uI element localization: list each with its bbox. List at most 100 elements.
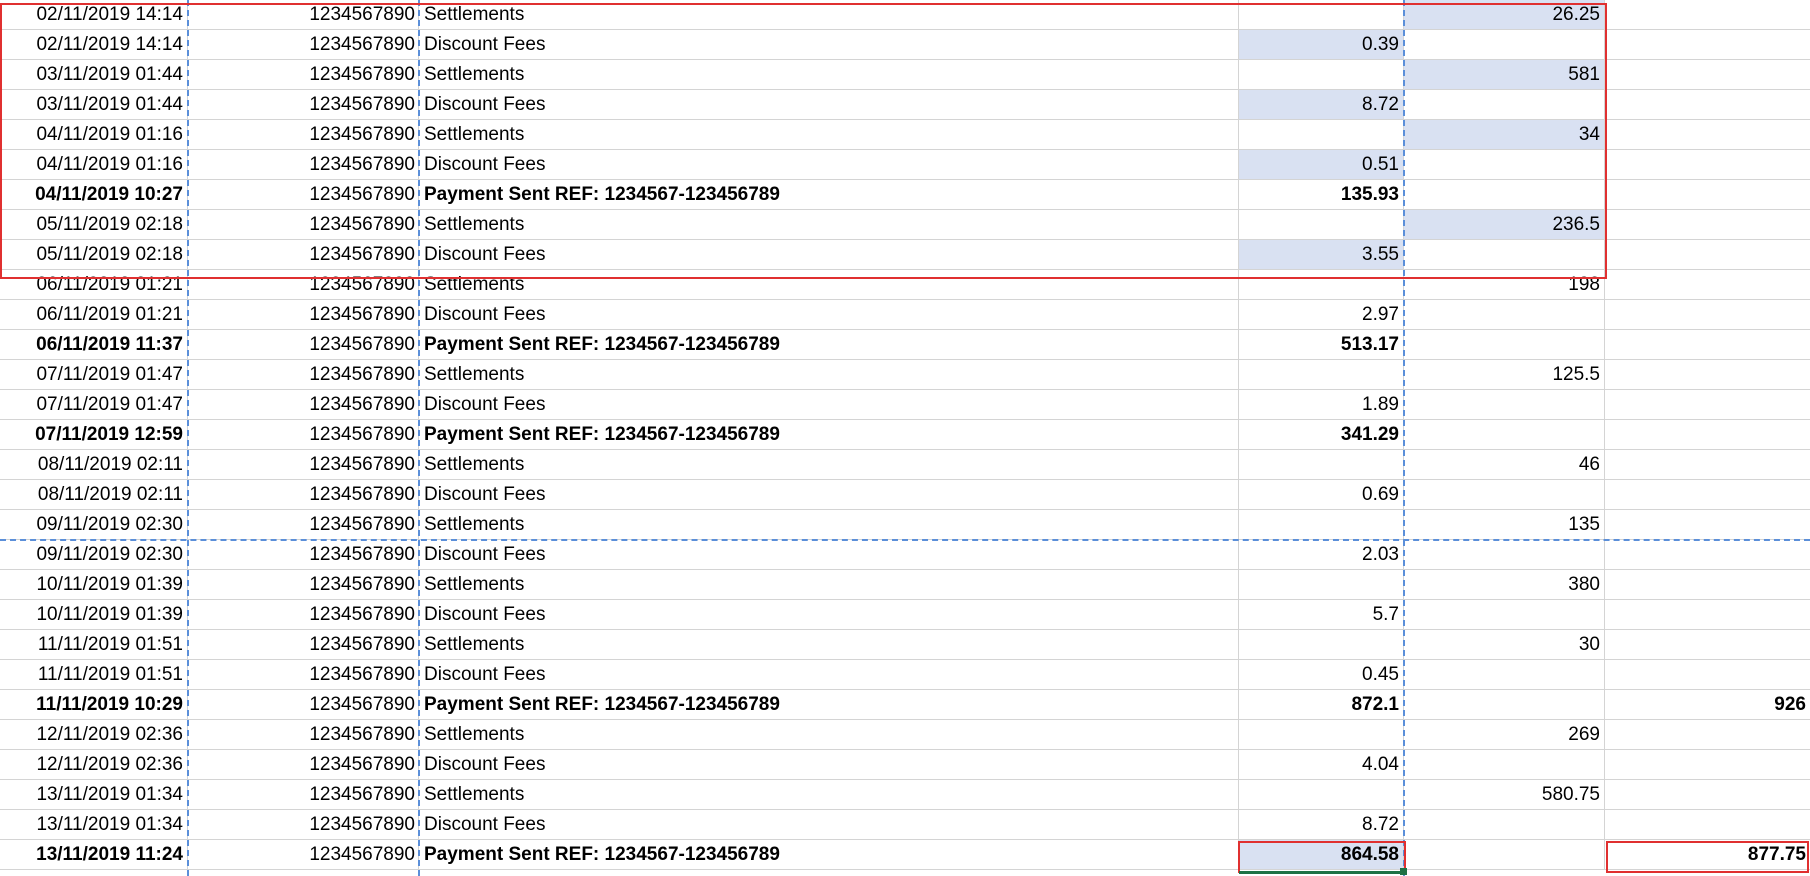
debit-cell[interactable] bbox=[1239, 210, 1404, 239]
debit-cell[interactable]: 0.45 bbox=[1239, 660, 1404, 689]
account-cell[interactable]: 1234567890 bbox=[188, 540, 419, 569]
date-cell[interactable]: 04/11/2019 01:16 bbox=[0, 150, 188, 179]
date-cell[interactable]: 04/11/2019 01:16 bbox=[0, 120, 188, 149]
total-cell[interactable] bbox=[1605, 30, 1810, 59]
date-cell[interactable]: 08/11/2019 02:11 bbox=[0, 450, 188, 479]
description-cell[interactable]: Discount Fees bbox=[419, 750, 1239, 779]
credit-cell[interactable] bbox=[1404, 540, 1605, 569]
date-cell[interactable]: 02/11/2019 14:14 bbox=[0, 30, 188, 59]
debit-cell[interactable]: 135.93 bbox=[1239, 180, 1404, 209]
debit-cell[interactable] bbox=[1239, 720, 1404, 749]
account-cell[interactable]: 1234567890 bbox=[188, 810, 419, 839]
total-cell[interactable] bbox=[1605, 570, 1810, 599]
debit-cell[interactable]: 0.39 bbox=[1239, 30, 1404, 59]
description-cell[interactable]: Settlements bbox=[419, 120, 1239, 149]
description-cell[interactable]: Payment Sent REF: 1234567-123456789 bbox=[419, 180, 1239, 209]
account-cell[interactable]: 1234567890 bbox=[188, 780, 419, 809]
description-cell[interactable]: Payment Sent REF: 1234567-123456789 bbox=[419, 690, 1239, 719]
credit-cell[interactable] bbox=[1404, 420, 1605, 449]
account-cell[interactable]: 1234567890 bbox=[188, 120, 419, 149]
date-cell[interactable]: 13/11/2019 01:34 bbox=[0, 810, 188, 839]
total-cell[interactable] bbox=[1605, 270, 1810, 299]
description-cell[interactable]: Settlements bbox=[419, 450, 1239, 479]
account-cell[interactable]: 1234567890 bbox=[188, 720, 419, 749]
total-cell[interactable] bbox=[1605, 450, 1810, 479]
date-cell[interactable]: 03/11/2019 01:44 bbox=[0, 90, 188, 119]
description-cell[interactable]: Discount Fees bbox=[419, 30, 1239, 59]
account-cell[interactable]: 1234567890 bbox=[188, 510, 419, 539]
description-cell[interactable]: Payment Sent REF: 1234567-123456789 bbox=[419, 330, 1239, 359]
date-cell[interactable]: 05/11/2019 02:18 bbox=[0, 240, 188, 269]
description-cell[interactable]: Discount Fees bbox=[419, 90, 1239, 119]
credit-cell[interactable] bbox=[1404, 180, 1605, 209]
date-cell[interactable]: 05/11/2019 02:18 bbox=[0, 210, 188, 239]
debit-cell[interactable] bbox=[1239, 270, 1404, 299]
debit-cell[interactable]: 513.17 bbox=[1239, 330, 1404, 359]
description-cell[interactable]: Payment Sent REF: 1234567-123456789 bbox=[419, 420, 1239, 449]
account-cell[interactable]: 1234567890 bbox=[188, 480, 419, 509]
debit-cell[interactable] bbox=[1239, 60, 1404, 89]
debit-cell[interactable]: 0.51 bbox=[1239, 150, 1404, 179]
date-cell[interactable]: 08/11/2019 02:11 bbox=[0, 480, 188, 509]
total-cell[interactable] bbox=[1605, 330, 1810, 359]
account-cell[interactable]: 1234567890 bbox=[188, 240, 419, 269]
date-cell[interactable]: 04/11/2019 10:27 bbox=[0, 180, 188, 209]
credit-cell[interactable]: 34 bbox=[1404, 120, 1605, 149]
account-cell[interactable]: 1234567890 bbox=[188, 270, 419, 299]
total-cell[interactable] bbox=[1605, 360, 1810, 389]
description-cell[interactable]: Discount Fees bbox=[419, 150, 1239, 179]
total-cell[interactable] bbox=[1605, 750, 1810, 779]
credit-cell[interactable] bbox=[1404, 660, 1605, 689]
credit-cell[interactable] bbox=[1404, 330, 1605, 359]
credit-cell[interactable]: 236.5 bbox=[1404, 210, 1605, 239]
description-cell[interactable]: Settlements bbox=[419, 720, 1239, 749]
date-cell[interactable]: 09/11/2019 02:30 bbox=[0, 510, 188, 539]
credit-cell[interactable]: 581 bbox=[1404, 60, 1605, 89]
account-cell[interactable]: 1234567890 bbox=[188, 690, 419, 719]
debit-cell[interactable] bbox=[1239, 120, 1404, 149]
description-cell[interactable]: Discount Fees bbox=[419, 480, 1239, 509]
account-cell[interactable]: 1234567890 bbox=[188, 450, 419, 479]
total-cell[interactable] bbox=[1605, 720, 1810, 749]
date-cell[interactable]: 09/11/2019 02:30 bbox=[0, 540, 188, 569]
total-cell[interactable] bbox=[1605, 180, 1810, 209]
date-cell[interactable]: 07/11/2019 01:47 bbox=[0, 390, 188, 419]
credit-cell[interactable] bbox=[1404, 300, 1605, 329]
debit-cell[interactable] bbox=[1239, 510, 1404, 539]
credit-cell[interactable] bbox=[1404, 810, 1605, 839]
description-cell[interactable]: Settlements bbox=[419, 360, 1239, 389]
total-cell[interactable] bbox=[1605, 300, 1810, 329]
total-cell[interactable] bbox=[1605, 630, 1810, 659]
account-cell[interactable]: 1234567890 bbox=[188, 570, 419, 599]
description-cell[interactable]: Discount Fees bbox=[419, 240, 1239, 269]
total-cell[interactable] bbox=[1605, 390, 1810, 419]
total-cell[interactable]: 926 bbox=[1605, 690, 1810, 719]
total-cell[interactable] bbox=[1605, 60, 1810, 89]
debit-cell[interactable] bbox=[1239, 450, 1404, 479]
account-cell[interactable]: 1234567890 bbox=[188, 360, 419, 389]
date-cell[interactable]: 03/11/2019 01:44 bbox=[0, 60, 188, 89]
date-cell[interactable]: 11/11/2019 10:29 bbox=[0, 690, 188, 719]
account-cell[interactable]: 1234567890 bbox=[188, 90, 419, 119]
description-cell[interactable]: Discount Fees bbox=[419, 600, 1239, 629]
credit-cell[interactable] bbox=[1404, 90, 1605, 119]
description-cell[interactable]: Settlements bbox=[419, 0, 1239, 29]
total-cell[interactable]: 877.75 bbox=[1605, 840, 1810, 869]
date-cell[interactable]: 06/11/2019 01:21 bbox=[0, 270, 188, 299]
credit-cell[interactable]: 269 bbox=[1404, 720, 1605, 749]
date-cell[interactable]: 12/11/2019 02:36 bbox=[0, 750, 188, 779]
account-cell[interactable]: 1234567890 bbox=[188, 390, 419, 419]
total-cell[interactable] bbox=[1605, 480, 1810, 509]
account-cell[interactable]: 1234567890 bbox=[188, 330, 419, 359]
description-cell[interactable]: Discount Fees bbox=[419, 390, 1239, 419]
debit-cell[interactable]: 0.69 bbox=[1239, 480, 1404, 509]
description-cell[interactable]: Settlements bbox=[419, 510, 1239, 539]
credit-cell[interactable] bbox=[1404, 150, 1605, 179]
description-cell[interactable]: Discount Fees bbox=[419, 300, 1239, 329]
debit-cell[interactable]: 4.04 bbox=[1239, 750, 1404, 779]
description-cell[interactable]: Settlements bbox=[419, 210, 1239, 239]
total-cell[interactable] bbox=[1605, 240, 1810, 269]
debit-cell[interactable] bbox=[1239, 630, 1404, 659]
credit-cell[interactable]: 380 bbox=[1404, 570, 1605, 599]
debit-cell[interactable]: 3.55 bbox=[1239, 240, 1404, 269]
